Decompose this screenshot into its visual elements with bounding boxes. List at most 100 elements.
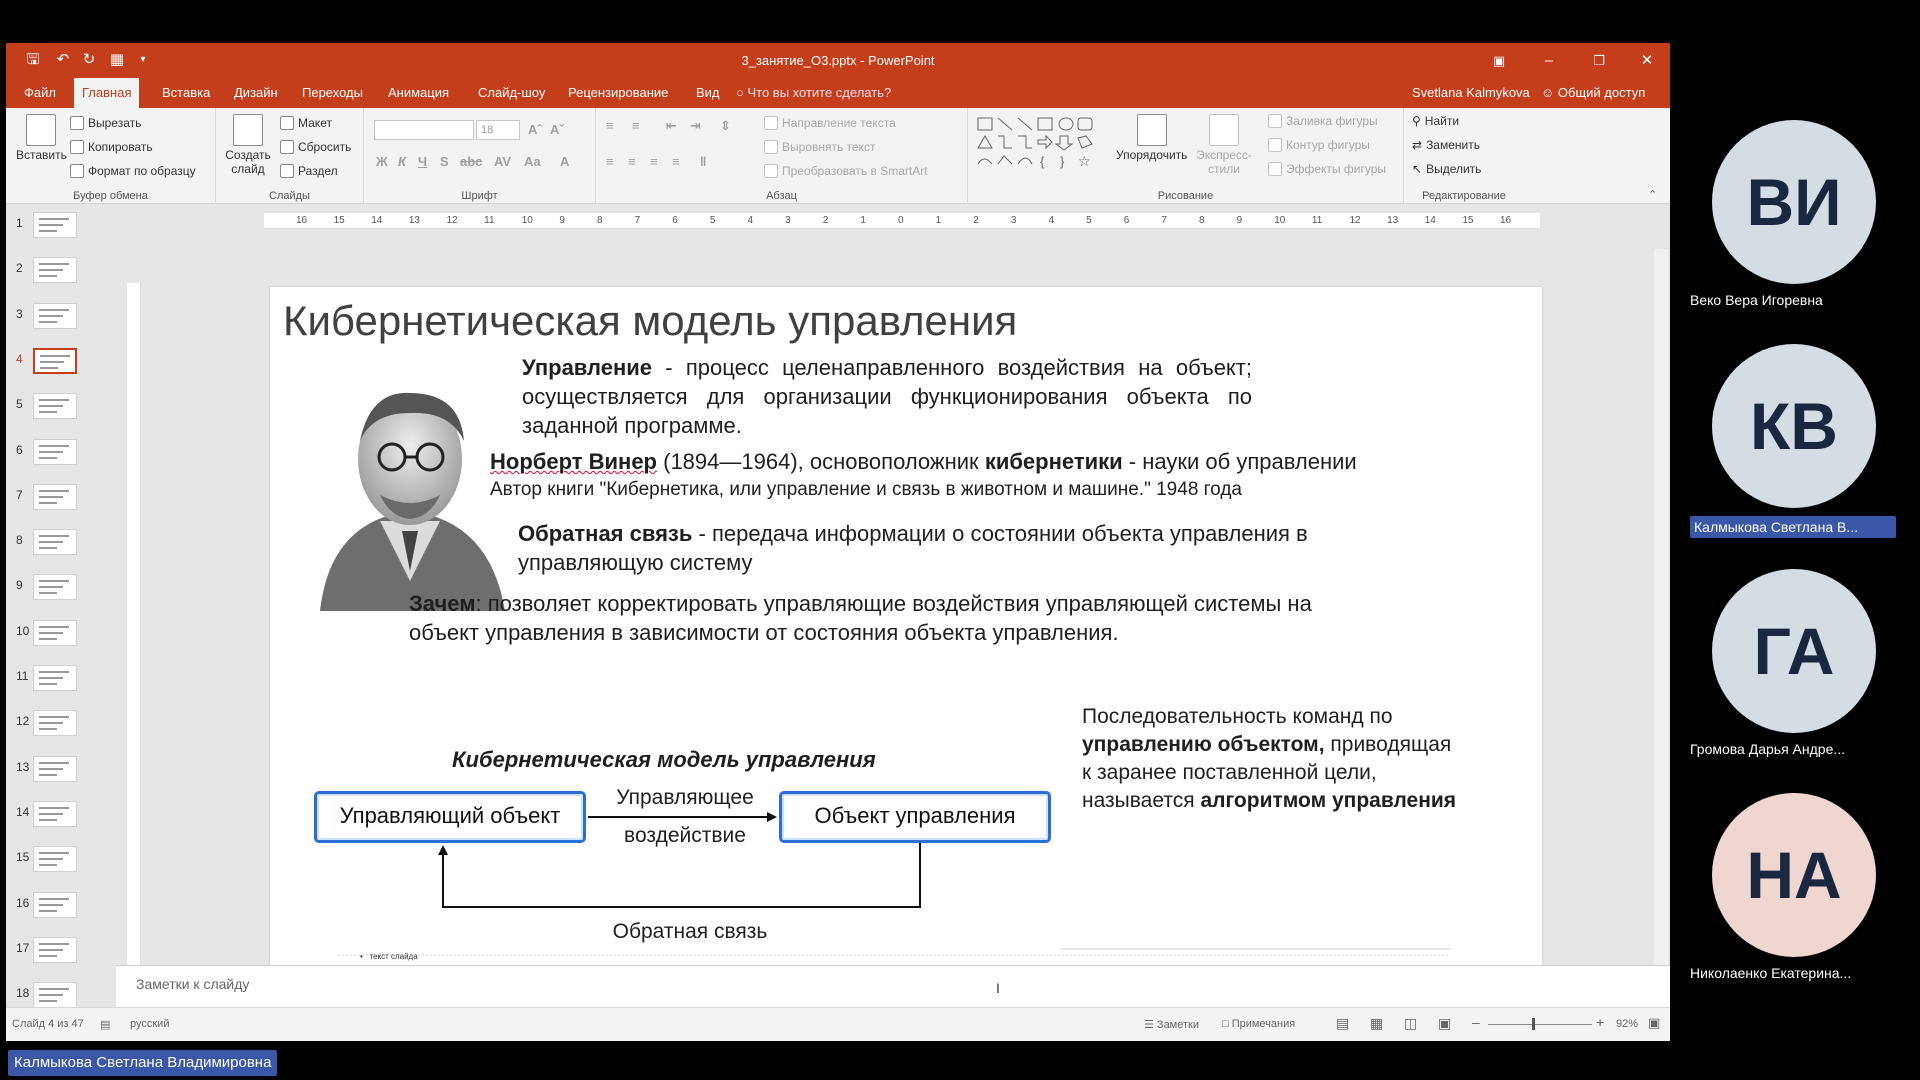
comments-toggle[interactable]: □ Примечания (1222, 1018, 1295, 1030)
notes-toggle[interactable]: ☰ Заметки (1144, 1018, 1199, 1031)
zoom-slider[interactable] (1488, 1024, 1592, 1025)
shape-fill-button[interactable]: Заливка фигуры (1268, 114, 1378, 128)
shape-outline-button[interactable]: Контур фигуры (1268, 138, 1370, 152)
align-center-icon[interactable]: ≡ (628, 154, 636, 169)
slide-thumbnail[interactable]: 5 (6, 391, 116, 431)
change-case-icon[interactable]: Aa (524, 154, 541, 169)
font-size-input[interactable]: 18 (476, 120, 520, 140)
zoom-out-icon[interactable]: – (1472, 1014, 1480, 1030)
zoom-in-icon[interactable]: + (1596, 1014, 1604, 1030)
underline-icon[interactable]: Ч (418, 154, 427, 169)
minimize-icon[interactable]: – (1526, 43, 1572, 78)
select-button[interactable]: ↖ Выделить (1412, 162, 1481, 176)
slide-thumbnail[interactable]: 8 (6, 527, 116, 567)
customize-qat-icon[interactable]: ▾ (132, 49, 154, 71)
spellcheck-icon[interactable]: ▤ (100, 1018, 110, 1031)
notes-pane[interactable]: Заметки к слайду I (116, 965, 1670, 1007)
slide-thumbnail[interactable]: 2 (6, 255, 116, 295)
columns-icon[interactable]: ‖ (700, 154, 706, 169)
shape-effects-button[interactable]: Эффекты фигуры (1268, 162, 1386, 176)
strikethrough-icon[interactable]: abc (460, 154, 482, 169)
share-button[interactable]: ☺ Общий доступ (1541, 78, 1645, 108)
reset-button[interactable]: Сбросить (280, 140, 351, 154)
text-direction-button[interactable]: Направление текста (764, 116, 896, 130)
align-right-icon[interactable]: ≡ (650, 154, 658, 169)
slide-canvas[interactable]: Кибернетическая модель управления Управл… (270, 287, 1542, 1002)
slide-thumbnail[interactable]: 11 (6, 663, 116, 703)
shapes-gallery[interactable]: { } ☆ (974, 114, 1104, 174)
thumbnails-scrollbar[interactable] (104, 249, 114, 1041)
redo-icon[interactable]: ↻ (78, 49, 100, 71)
slide-thumbnail[interactable]: 16 (6, 890, 116, 930)
slide-thumbnail[interactable]: 15 (6, 844, 116, 884)
align-left-icon[interactable]: ≡ (606, 154, 614, 169)
section-button[interactable]: Раздел (280, 164, 338, 178)
align-text-button[interactable]: Выровнять текст (764, 140, 875, 154)
justify-icon[interactable]: ≡ (672, 154, 680, 169)
tab-review[interactable]: Рецензирование (560, 78, 676, 108)
language-indicator[interactable]: русский (130, 1018, 169, 1030)
account-name[interactable]: Svetlana Kalmykova (1412, 78, 1530, 108)
algorithm-paragraph[interactable]: Последовательность команд по управлению … (1082, 703, 1462, 815)
normal-view-icon[interactable]: ▤ (1336, 1015, 1349, 1032)
tab-view[interactable]: Вид (688, 78, 728, 108)
save-icon[interactable]: 🖫 (22, 49, 44, 71)
italic-icon[interactable]: К (398, 154, 406, 169)
slide-thumbnail[interactable]: 14 (6, 799, 116, 839)
fit-to-window-icon[interactable]: ▣ (1648, 1015, 1660, 1031)
reading-view-icon[interactable]: ◫ (1404, 1015, 1417, 1032)
tell-me-search[interactable]: ○ Что вы хотите сделать? (736, 78, 891, 108)
format-painter-button[interactable]: Формат по образцу (70, 164, 196, 178)
tab-insert[interactable]: Вставка (154, 78, 218, 108)
start-slideshow-icon[interactable]: ▦ (106, 49, 128, 71)
participant-avatar[interactable]: КВ (1712, 344, 1876, 508)
slide-scrollbar[interactable] (1654, 249, 1668, 989)
font-color-icon[interactable]: A (560, 154, 569, 169)
tab-home[interactable]: Главная (74, 78, 140, 108)
participant-avatar[interactable]: ГА (1712, 569, 1876, 733)
decrease-indent-icon[interactable]: ⇤ (666, 118, 677, 134)
new-slide-button[interactable]: Создать слайд (224, 114, 272, 176)
slide-sorter-icon[interactable]: ▦ (1370, 1015, 1383, 1032)
slide-thumbnail[interactable]: 9 (6, 572, 116, 612)
numbering-icon[interactable]: ≡ (632, 118, 640, 133)
increase-indent-icon[interactable]: ⇥ (690, 118, 701, 134)
smartart-button[interactable]: Преобразовать в SmartArt (764, 164, 928, 178)
copy-button[interactable]: Копировать (70, 140, 153, 154)
participant-avatar[interactable]: ВИ (1712, 120, 1876, 284)
slide-thumbnail[interactable]: 10 (6, 618, 116, 658)
close-icon[interactable]: ✕ (1624, 43, 1670, 78)
bullets-icon[interactable]: ≡ (606, 118, 614, 133)
tab-file[interactable]: Файл (16, 78, 64, 108)
replace-button[interactable]: ⇄ Заменить (1412, 138, 1480, 152)
paste-button[interactable]: Вставить (16, 114, 67, 162)
shrink-font-icon[interactable]: Aˇ (550, 122, 564, 137)
quick-styles-button[interactable]: Экспресс-стили (1194, 114, 1254, 176)
zoom-slider-thumb[interactable] (1532, 1018, 1535, 1030)
slide-thumbnail[interactable]: 7 (6, 482, 116, 522)
slide-thumbnail[interactable]: 13 (6, 754, 116, 794)
zoom-level[interactable]: 92% (1616, 1018, 1638, 1030)
find-button[interactable]: ⚲ Найти (1412, 114, 1459, 128)
slide-thumbnail[interactable]: 12 (6, 708, 116, 748)
ribbon-display-icon[interactable]: ▣ (1476, 43, 1522, 78)
slide-thumbnail[interactable]: 6 (6, 437, 116, 477)
font-name-input[interactable] (374, 120, 474, 140)
slide-thumbnail[interactable]: 4 (6, 346, 116, 386)
tab-animations[interactable]: Анимация (380, 78, 457, 108)
cut-button[interactable]: Вырезать (70, 116, 141, 130)
participant-avatar[interactable]: НА (1712, 793, 1876, 957)
slide-thumbnail[interactable]: 3 (6, 301, 116, 341)
tab-design[interactable]: Дизайн (226, 78, 286, 108)
slideshow-view-icon[interactable]: ▣ (1438, 1015, 1451, 1032)
shadow-icon[interactable]: S (440, 154, 449, 169)
tab-transitions[interactable]: Переходы (294, 78, 371, 108)
undo-icon[interactable]: ↶ (52, 49, 74, 71)
text-placeholder[interactable]: • текст слайда (360, 952, 418, 961)
bold-icon[interactable]: Ж (376, 154, 388, 169)
line-spacing-icon[interactable]: ⇕ (720, 118, 731, 134)
layout-button[interactable]: Макет (280, 116, 332, 130)
collapse-ribbon-icon[interactable]: ⌃ (1648, 188, 1657, 201)
spacing-icon[interactable]: AV (494, 154, 511, 169)
slide-thumbnail[interactable]: 1 (6, 210, 116, 250)
